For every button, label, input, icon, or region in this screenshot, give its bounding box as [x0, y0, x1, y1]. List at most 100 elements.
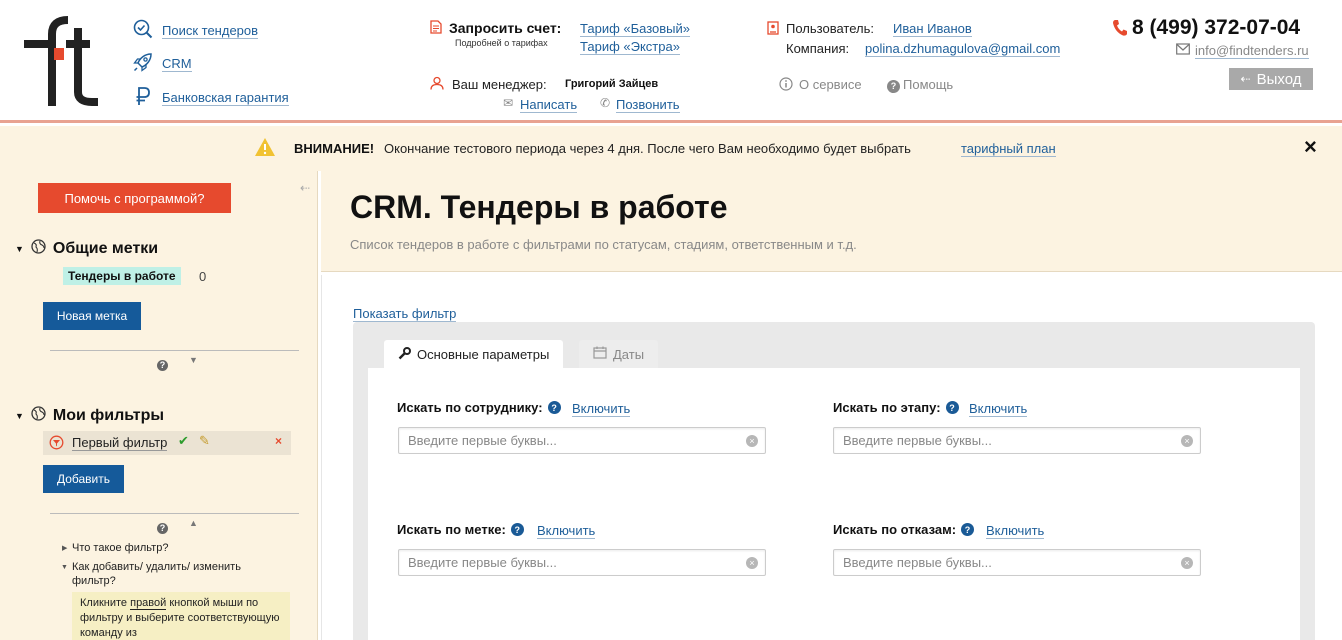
warning-title: ВНИМАНИЕ! [294, 141, 375, 156]
findtenders-logo[interactable] [22, 14, 102, 106]
rejection-input[interactable] [834, 550, 1164, 575]
phone-red-icon [1112, 19, 1128, 40]
trial-warning-banner: ВНИМАНИЕ! Окончание тестового периода че… [0, 126, 1342, 171]
tag-enable-link[interactable]: Включить [537, 523, 596, 539]
add-filter-label: Добавить [56, 472, 111, 486]
tag-search-input[interactable]: × [398, 549, 766, 576]
calendar-icon [593, 346, 607, 362]
globe-icon [31, 406, 46, 426]
close-banner-icon[interactable]: × [1304, 136, 1317, 158]
edit-pencil-icon[interactable]: ✎ [199, 433, 210, 449]
nav-crm[interactable]: CRM [133, 52, 192, 75]
filters-help-icon[interactable]: ? [157, 519, 168, 534]
email-link[interactable]: info@findtenders.ru [1195, 43, 1309, 59]
rejection-search-input[interactable]: × [833, 549, 1201, 576]
faq-how-to-edit[interactable]: Как добавить/ удалить/ изменить фильтр? [72, 560, 272, 588]
tariff-details-link[interactable]: Подробней о тарифах [455, 38, 548, 48]
check-icon[interactable]: ✔ [178, 433, 189, 449]
company-label: Компания: [786, 41, 850, 56]
add-filter-button[interactable]: Добавить [43, 465, 124, 493]
about-service-link[interactable]: О сервисе [799, 77, 862, 92]
common-tags-title: Общие метки [52, 240, 159, 257]
wrench-icon [398, 346, 411, 363]
common-tags-header[interactable]: ▼ Общие метки [15, 239, 158, 259]
tab-dates-label: Даты [613, 346, 645, 362]
nav-search-tenders[interactable]: Поиск тендеров [133, 19, 259, 42]
user-name-link[interactable]: Иван Иванов [893, 21, 972, 37]
tag-filter-text: Искать по метке: [397, 522, 506, 537]
document-icon [429, 20, 443, 37]
employee-help-icon[interactable]: ? [547, 401, 561, 414]
tariff-extra-link[interactable]: Тариф «Экстра» [580, 39, 680, 55]
employee-search-input[interactable]: × [398, 427, 766, 454]
employee-filter-label: Искать по сотруднику: ? [397, 400, 561, 415]
nav-bank-guarantee[interactable]: Банковская гарантия [133, 86, 289, 109]
employee-enable-link[interactable]: Включить [572, 401, 631, 417]
filter-row[interactable]: Первый фильтр ✔ ✎ × [43, 431, 291, 455]
faq-answer-part1: Кликните [80, 597, 128, 609]
help-program-button[interactable]: Помочь с программой? [38, 183, 231, 213]
faq-arrow-down-icon: ▼ [61, 564, 68, 571]
write-manager-link[interactable]: Написать [520, 97, 578, 113]
tags-help-icon[interactable]: ? [157, 356, 168, 371]
faq-what-is-filter[interactable]: Что такое фильтр? [72, 542, 168, 554]
header: Поиск тендеров CRM Банковская гарантия З… [0, 0, 1342, 123]
clear-icon[interactable]: × [746, 435, 758, 447]
my-filters-header[interactable]: ▼ Мои фильтры [15, 406, 164, 426]
sidebar: Помочь с программой? ⇠ ▼ Общие метки Тен… [0, 171, 318, 640]
page-subtitle: Список тендеров в работе с фильтрами по … [350, 237, 857, 252]
tag-filter-label: Искать по метке: ? [397, 522, 524, 537]
stage-search-input[interactable]: × [833, 427, 1201, 454]
show-filter-link[interactable]: Показать фильтр [353, 306, 457, 322]
employee-input[interactable] [399, 428, 729, 453]
badge-icon [766, 21, 780, 38]
tag-help-icon[interactable]: ? [510, 523, 524, 536]
rocket-icon [133, 52, 153, 75]
collapse-sidebar-icon[interactable]: ⇠ [300, 181, 310, 195]
company-value-link[interactable]: polina.dzhumagulova@gmail.com [865, 41, 1061, 57]
rejection-help-icon[interactable]: ? [961, 523, 975, 536]
phone-number[interactable]: 8 (499) 372-07-04 [1132, 16, 1300, 40]
globe-icon [31, 239, 46, 259]
filter-name[interactable]: Первый фильтр [72, 435, 168, 451]
divider [50, 350, 299, 351]
clear-icon[interactable]: × [746, 557, 758, 569]
call-manager-link[interactable]: Позвонить [616, 97, 680, 113]
rejection-filter-text: Искать по отказам: [833, 522, 957, 537]
search-icon [133, 19, 153, 42]
clear-icon[interactable]: × [1181, 435, 1193, 447]
tab-dates[interactable]: Даты [579, 340, 659, 368]
tag-input[interactable] [399, 550, 729, 575]
new-tag-button[interactable]: Новая метка [43, 302, 141, 330]
filter-form: Искать по сотруднику: ? Включить × Искат… [368, 368, 1300, 640]
tag-count: 0 [199, 269, 207, 284]
ruble-icon [133, 86, 153, 109]
nav-search-tenders-label[interactable]: Поиск тендеров [162, 23, 259, 39]
warning-text: Окончание тестового периода через 4 дня.… [384, 141, 911, 156]
tag-in-work[interactable]: Тендеры в работе [63, 267, 181, 285]
logout-icon: ⇠ [1240, 72, 1251, 86]
help-program-label: Помочь с программой? [64, 190, 205, 206]
exit-button[interactable]: ⇠ Выход [1229, 68, 1313, 90]
new-tag-label: Новая метка [56, 309, 128, 323]
clear-icon[interactable]: × [1181, 557, 1193, 569]
tariff-basic-link[interactable]: Тариф «Базовый» [580, 21, 691, 37]
tariff-plan-link[interactable]: тарифный план [961, 141, 1056, 157]
expand-down-icon[interactable]: ▼ [189, 355, 198, 365]
stage-enable-link[interactable]: Включить [969, 401, 1028, 417]
tab-main-params[interactable]: Основные параметры [384, 340, 564, 369]
collapse-up-icon[interactable]: ▲ [189, 518, 198, 528]
help-link[interactable]: Помощь [903, 77, 953, 92]
invoice-title: Запросить счет: [449, 20, 562, 36]
nav-bank-guarantee-label[interactable]: Банковская гарантия [162, 90, 289, 106]
stage-input[interactable] [834, 428, 1164, 453]
stage-help-icon[interactable]: ? [945, 401, 959, 414]
envelope-icon [1176, 43, 1190, 58]
rejection-enable-link[interactable]: Включить [986, 523, 1045, 539]
manager-label: Ваш менеджер: [452, 77, 547, 92]
nav-crm-label[interactable]: CRM [162, 56, 192, 72]
my-filters-title: Мои фильтры [52, 407, 165, 424]
delete-filter-icon[interactable]: × [275, 434, 282, 448]
triangle-down-icon: ▼ [15, 411, 24, 421]
user-icon [430, 76, 444, 93]
